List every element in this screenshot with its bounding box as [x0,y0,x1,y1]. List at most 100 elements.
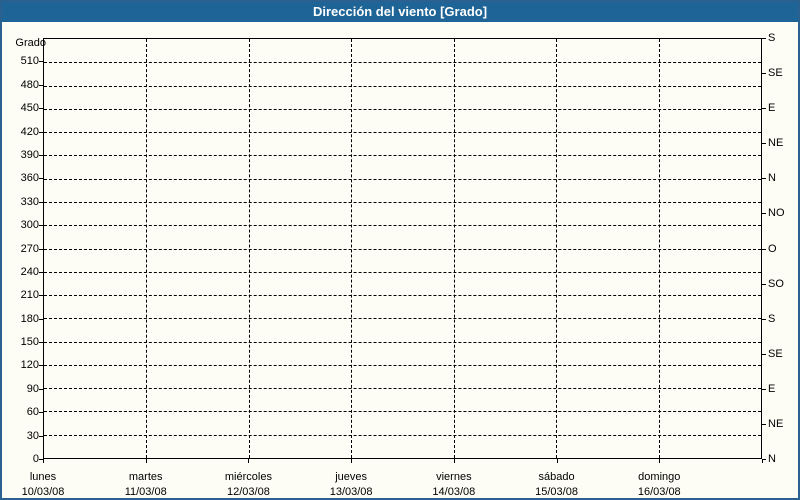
y-left-tick-mark [39,388,43,390]
y-right-tick-mark [762,388,766,390]
y-left-tick-mark [39,131,43,133]
h-gridline [44,132,761,134]
y-left-tick-mark [39,271,43,273]
y-right-tick-label: SE [768,67,783,80]
y-right-tick-mark [762,38,766,39]
y-right-tick-label: E [768,102,776,115]
h-gridline [44,178,761,180]
x-day-name-label: sábado [538,471,575,483]
y-left-tick-label: 450 [20,102,39,115]
y-left-tick-label: 390 [20,148,39,161]
x-tick-mark [351,459,353,463]
y-right-tick-mark [762,283,766,285]
y-right-tick-label: S [768,312,776,325]
v-gridline [351,39,353,458]
y-left-tick-mark [39,435,43,437]
y-left-tick-mark [39,84,43,86]
v-gridline [658,39,660,458]
h-gridline [44,201,761,203]
y-left-tick-label: 480 [20,78,39,91]
x-day-name-label: jueves [335,471,368,483]
y-right-tick-mark [762,213,766,215]
y-left-tick-mark [39,108,43,110]
y-right-tick-label: NO [768,207,785,220]
y-right-tick-mark [762,178,766,180]
y-left-tick-mark [39,225,43,227]
h-gridline [44,248,761,250]
y-left-tick-label: 270 [20,242,39,255]
h-gridline [44,434,761,436]
x-day-date-label: 16/03/08 [637,486,681,498]
h-gridline [44,62,761,64]
y-right-tick-mark [762,353,766,355]
y-right-tick-mark [762,73,766,75]
y-left-tick-mark [39,318,43,320]
x-tick-mark [43,459,44,463]
chart-title-bar: Dirección del viento [Grado] [2,2,798,22]
y-left-tick-label: 150 [20,336,39,349]
y-left-tick-label: 300 [20,219,39,232]
y-left-tick-label: 180 [20,312,39,325]
chart-title: Dirección del viento [Grado] [312,4,488,19]
y-left-tick-label: 240 [20,265,39,278]
y-left-tick-label: 30 [26,429,39,442]
h-gridline [44,364,761,366]
x-tick-mark [145,459,147,463]
x-tick-mark [659,459,661,463]
y-left-tick-label: 120 [20,359,39,372]
y-left-tick-mark [39,342,43,344]
h-gridline [44,295,761,297]
y-right-tick-label: S [768,32,776,44]
y-right-tick-label: N [768,453,776,465]
x-day-date-label: 10/03/08 [21,486,65,498]
y-right-tick-label: SO [768,277,784,290]
h-gridline [44,155,761,157]
x-day-name-label: martes [128,471,163,483]
x-day-date-label: 11/03/08 [124,486,167,498]
y-left-tick-label: 330 [20,195,39,208]
y-right-tick-mark [762,248,766,250]
y-left-tick-mark [39,154,43,156]
wind-direction-chart-window: Dirección del viento [Grado] Grado 0 30 60… [0,0,800,500]
y-left-tick-mark [39,178,43,180]
x-day-name-label: viernes [436,471,472,483]
y-left-tick-label: 210 [20,289,39,302]
x-tick-mark [248,459,250,463]
y-left-tick-mark [39,201,43,203]
h-gridline [44,85,761,87]
y-left-tick-label: 360 [20,172,39,185]
x-tick-mark [762,459,763,463]
v-gridline [248,39,250,458]
x-day-name-label: miércoles [224,471,272,483]
y-axis-unit-label: Grado [15,37,46,49]
y-right-tick-mark [762,423,766,425]
y-left-tick-label: 420 [20,125,39,138]
y-left-tick-mark [39,248,43,250]
x-day-name-label: domingo [638,471,681,483]
y-right-tick-label: NE [768,417,784,430]
y-left-tick-label: 60 [26,406,39,419]
y-left-tick-mark [39,295,43,297]
x-day-date-label: 13/03/08 [329,486,373,498]
x-tick-mark [453,459,455,463]
y-left-tick-mark [39,412,43,414]
x-day-date-label: 12/03/08 [227,486,270,498]
y-right-tick-mark [762,108,766,110]
h-gridline [44,271,761,273]
h-gridline [44,341,761,343]
v-gridline [146,39,148,458]
y-right-tick-label: N [768,172,776,185]
y-left-tick-mark [39,61,43,63]
h-gridline [44,108,761,110]
y-right-tick-mark [762,318,766,320]
y-right-tick-label: SE [768,347,783,360]
h-gridline [44,411,761,413]
x-day-date-label: 15/03/08 [535,486,578,498]
y-left-tick-label: 510 [20,55,39,68]
v-gridline [453,39,455,458]
h-gridline [44,225,761,227]
y-right-tick-label: NE [768,137,784,150]
y-right-tick-label: O [768,242,777,255]
x-day-name-label: lunes [29,471,57,483]
h-gridline [44,388,761,390]
